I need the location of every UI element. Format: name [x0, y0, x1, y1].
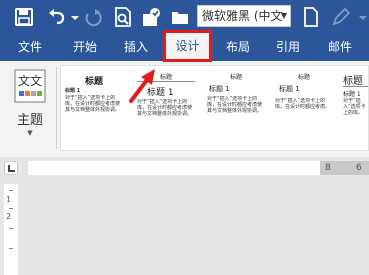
thumb-body: 对于“插入”选项卡上的库。	[343, 98, 366, 116]
ruler-tick	[9, 208, 13, 209]
themes-label: 主题	[16, 113, 43, 128]
style-set-thumbnail[interactable]: 标题 标题 1 对于“插入”选项卡上的库。	[339, 70, 368, 146]
tab-file[interactable]: 文件	[18, 33, 42, 61]
tab-design[interactable]: 设计	[163, 30, 212, 62]
print-preview-icon[interactable]	[112, 6, 134, 28]
svg-text:文文: 文文	[18, 73, 42, 88]
quick-access-toolbar: 微软雅黑 (中文 ▼	[0, 0, 369, 33]
redo-icon[interactable]	[82, 6, 104, 28]
ruler-strip	[28, 161, 369, 175]
thumb-heading: 标题 1	[279, 85, 300, 93]
style-set-thumbnail[interactable]: 标题 标题 1 对于“插入”选项卡上的库，在设计时都应考虑使其与文档整体外观协调…	[203, 70, 269, 146]
ribbon-divider	[56, 67, 57, 149]
thumb-title: 标题	[84, 77, 103, 87]
ruler-tick	[9, 228, 13, 229]
ruler-number: 6	[356, 163, 362, 173]
folder-icon[interactable]	[169, 6, 191, 28]
tab-selector-icon[interactable]	[4, 161, 18, 175]
thumb-body: 对于“插入”选项卡上的库，在设计时都应考虑使其与文档整体外观协调。	[65, 95, 121, 113]
tab-home[interactable]: 开始	[73, 33, 97, 61]
design-ribbon: 文文 主题 ▼ 标题 标题 1 对于“插入”选项卡上的库，在设计时都应考虑使其与…	[0, 61, 369, 158]
customize-qat-icon[interactable]	[352, 6, 367, 28]
chevron-down-icon: ▼	[27, 129, 33, 137]
themes-icon: 文文	[14, 69, 46, 103]
thumb-title: 标题	[297, 74, 310, 81]
ruler-tick	[9, 190, 13, 191]
ruler-tick	[9, 248, 13, 249]
thumb-heading: 标题 1	[209, 85, 230, 93]
thumb-body: 对于“插入”选项卡上的库，在设计时都应考虑使其与文档整体外观协调。	[207, 96, 263, 114]
thumb-rule	[343, 86, 368, 87]
format-painter-icon[interactable]	[140, 6, 162, 28]
tab-layout[interactable]: 布局	[226, 33, 250, 61]
thumb-body: 对于“插入”选项卡上的库，在设计时都应考虑。	[275, 98, 331, 110]
save-icon[interactable]	[13, 6, 35, 28]
annotation-arrow-icon	[129, 69, 155, 103]
thumb-title: 标题	[343, 76, 363, 87]
horizontal-ruler: 8 6	[0, 157, 369, 179]
chevron-down-icon: ▼	[280, 11, 287, 20]
word-window: 微软雅黑 (中文 ▼ 文件 开始 插入 布局 引用 邮件 文文 主题 ▼ 标题 …	[0, 0, 369, 275]
font-name-value: 微软雅黑 (中文	[202, 9, 283, 23]
thumb-heading: 标题 1	[343, 91, 361, 98]
tab-references[interactable]: 引用	[276, 33, 300, 61]
undo-dropdown-icon[interactable]	[64, 6, 79, 28]
tab-mailings[interactable]: 邮件	[328, 33, 352, 61]
thumb-heading: 标题 1	[65, 88, 81, 94]
font-name-dropdown[interactable]: 微软雅黑 (中文 ▼	[197, 5, 291, 27]
vertical-ruler: 1 2	[4, 184, 18, 275]
pen-icon[interactable]	[330, 6, 352, 28]
tab-insert[interactable]: 插入	[124, 33, 148, 61]
style-set-thumbnail[interactable]: 标题 标题 1 对于“插入”选项卡上的库，在设计时都应考虑使其与文档整体外观协调…	[61, 70, 127, 146]
ruler-number: 1	[6, 195, 12, 204]
thumb-title: 标题	[229, 74, 242, 81]
themes-button[interactable]: 文文 主题 ▼	[10, 69, 50, 139]
document-formatting-gallery: 标题 标题 1 对于“插入”选项卡上的库，在设计时都应考虑使其与文档整体外观协调…	[60, 65, 369, 151]
ruler-number: 8	[325, 163, 331, 173]
style-set-thumbnail[interactable]: 标题 标题 1 对于“插入”选项卡上的库，在设计时都应考虑。	[271, 70, 337, 146]
ruler-number: 2	[6, 212, 12, 221]
new-document-icon[interactable]	[300, 6, 322, 28]
